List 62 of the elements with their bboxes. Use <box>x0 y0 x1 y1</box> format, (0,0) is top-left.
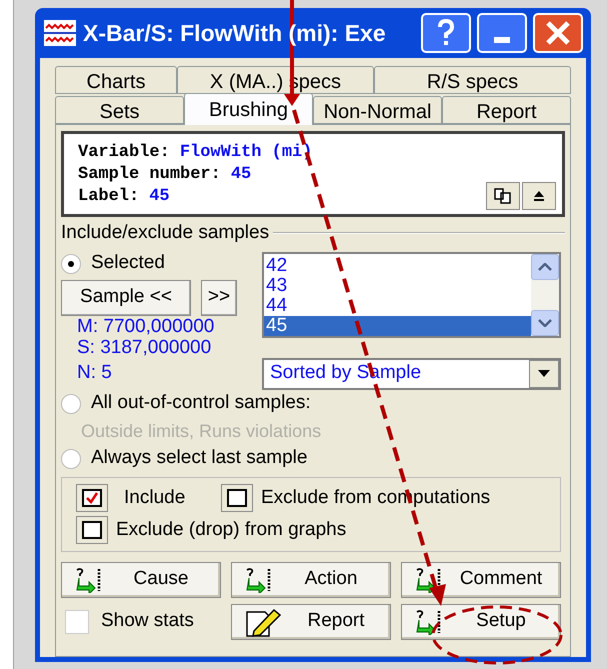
scrollbar[interactable] <box>531 254 559 336</box>
field-value: 45 <box>230 165 252 184</box>
tab[interactable]: Sets <box>55 96 184 124</box>
field-label: Label: <box>78 187 140 206</box>
tab[interactable]: Brushing <box>184 93 313 125</box>
collapse-button[interactable] <box>522 182 556 210</box>
help-button[interactable] <box>421 13 471 53</box>
tab[interactable]: Non-Normal <box>313 96 442 124</box>
dropdown-value: Sorted by Sample <box>269 361 422 386</box>
action-button[interactable]: Setup <box>401 604 561 640</box>
stat-text: S: 3187,000000 <box>77 336 212 358</box>
question-mark-icon <box>436 19 456 47</box>
field-label: Sample number: <box>78 165 221 184</box>
chevron-down-icon <box>538 318 552 326</box>
minimize-button[interactable] <box>477 13 527 53</box>
tab[interactable]: Report <box>442 96 571 124</box>
close-icon <box>545 20 571 46</box>
chevron-up-icon <box>538 262 552 270</box>
copy-button[interactable] <box>486 182 520 210</box>
action-button[interactable]: Report <box>231 604 391 640</box>
checkbox[interactable] <box>65 610 89 634</box>
checkbox[interactable] <box>221 484 253 512</box>
action-button[interactable]: Action <box>231 562 391 598</box>
action-button[interactable]: Cause <box>61 562 221 598</box>
tab[interactable]: R/S specs <box>374 66 571 94</box>
field-label: Variable: <box>78 143 170 162</box>
field-value: 45 <box>149 187 170 206</box>
notepad-pencil-icon <box>244 606 284 636</box>
dropdown-arrow-button[interactable] <box>529 360 559 388</box>
scroll-down-button[interactable] <box>531 310 559 336</box>
copy-icon <box>494 188 512 204</box>
next-sample-button[interactable]: >> <box>201 280 237 316</box>
list-item[interactable]: 42 <box>264 256 531 276</box>
checkbox[interactable] <box>76 484 108 512</box>
radio-label[interactable]: Always select last sample <box>91 444 308 473</box>
scroll-up-button[interactable] <box>531 254 559 280</box>
radio-button[interactable] <box>61 448 81 468</box>
radio-label[interactable]: All out-of-control samples: <box>91 389 311 418</box>
chart-app-icon <box>43 19 77 47</box>
checkbox[interactable] <box>76 516 108 544</box>
radio-button[interactable] <box>61 394 81 414</box>
stat-text: N: 5 <box>77 362 113 382</box>
checkbox-label[interactable]: Show stats <box>101 607 194 636</box>
list-item[interactable]: 45 <box>264 316 531 336</box>
checkbox-label[interactable]: Exclude (drop) from graphs <box>116 516 346 544</box>
caret-icon <box>538 370 550 377</box>
hint-text: Outside limits, Runs violations <box>81 420 322 442</box>
check-icon <box>85 492 99 504</box>
group-title: Include/exclude samples <box>61 221 270 245</box>
minimize-icon <box>494 37 510 43</box>
radio-button[interactable] <box>61 254 81 274</box>
list-item[interactable]: 43 <box>264 276 531 296</box>
up-arrow-icon <box>533 190 545 202</box>
sort-dropdown[interactable]: Sorted by Sample <box>262 358 561 390</box>
previous-sample-button[interactable]: Sample << <box>61 280 191 316</box>
tab[interactable]: Charts <box>55 66 177 94</box>
action-button[interactable]: Comment <box>401 562 561 598</box>
close-button[interactable] <box>533 13 583 53</box>
radio-label[interactable]: Selected <box>91 249 165 278</box>
checkbox-label[interactable]: Include <box>116 484 211 512</box>
list-item[interactable]: 44 <box>264 296 531 316</box>
stat-text: M: 7700,000000 <box>77 316 216 336</box>
